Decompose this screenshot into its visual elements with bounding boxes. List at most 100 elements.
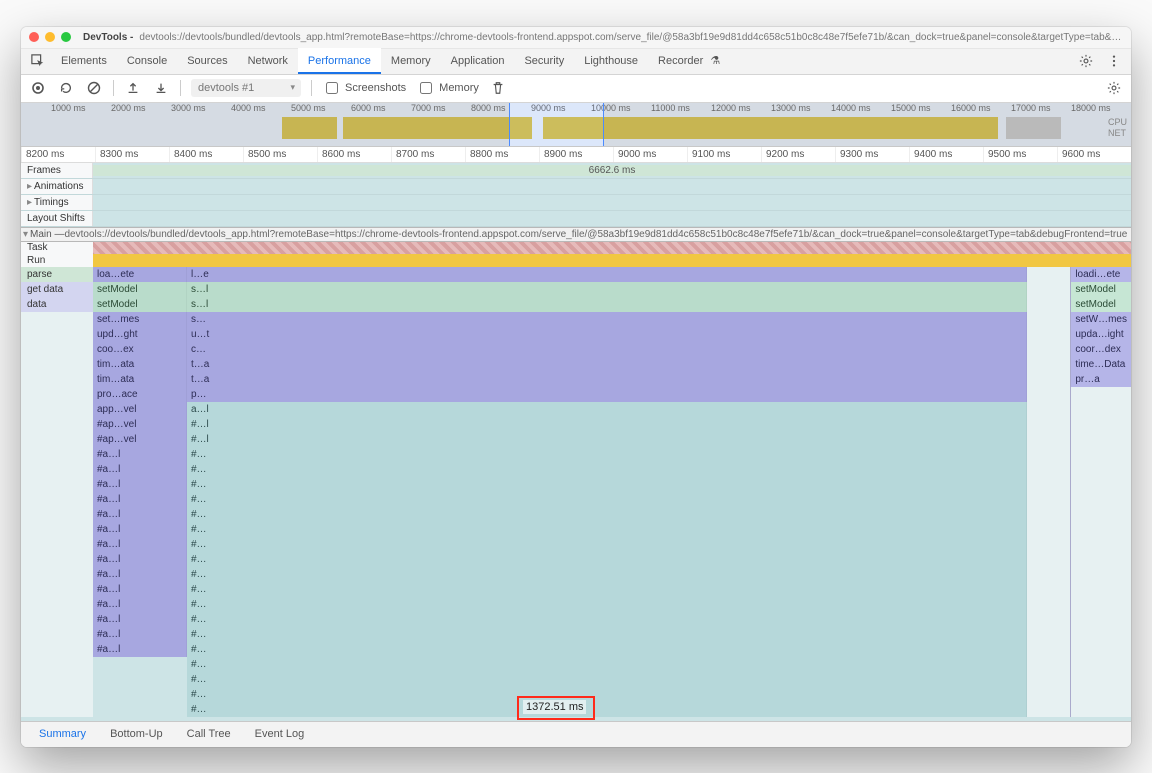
flame-bar[interactable]: loadi…ete (1071, 267, 1131, 282)
flame-bar[interactable]: #a…l (93, 537, 187, 552)
flame-bar[interactable]: pr…a (1071, 372, 1131, 387)
tab-recorder[interactable]: Recorder ⚗ (648, 48, 730, 74)
reload-icon[interactable] (57, 79, 75, 97)
flame-bar[interactable]: t…a (187, 372, 1027, 387)
flame-bar[interactable]: setModel (93, 282, 187, 297)
flame-bar[interactable]: c… (187, 342, 1027, 357)
tab-network[interactable]: Network (238, 48, 298, 74)
close-window-button[interactable] (29, 32, 39, 42)
flame-bar[interactable]: #a…l (93, 567, 187, 582)
flame-bar[interactable]: #… (187, 567, 1027, 582)
flame-bar[interactable]: app…vel (93, 402, 187, 417)
flame-bar[interactable]: #a…l (93, 477, 187, 492)
clear-icon[interactable] (85, 79, 103, 97)
flame-bar[interactable]: #a…l (93, 642, 187, 657)
memory-checkbox[interactable]: Memory (416, 79, 479, 97)
flame-bar[interactable]: l…e (187, 267, 1027, 282)
flame-bar[interactable]: #… (187, 522, 1027, 537)
flame-bar[interactable]: s…l (187, 297, 1027, 312)
flame-bar[interactable]: #… (187, 447, 1027, 462)
flame-bar[interactable]: p… (187, 387, 1027, 402)
flame-bar[interactable]: s… (187, 312, 1027, 327)
animations-track[interactable]: Animations (21, 179, 1131, 195)
flamechart[interactable]: 8200 ms8300 ms8400 ms8500 ms8600 ms8700 … (21, 147, 1131, 721)
gear-icon[interactable] (1075, 50, 1097, 72)
flame-bar[interactable]: coor…dex (1071, 342, 1131, 357)
details-tab-summary[interactable]: Summary (29, 721, 96, 747)
flame-bar[interactable]: #a…l (93, 597, 187, 612)
tab-sources[interactable]: Sources (177, 48, 237, 74)
flame-bar[interactable]: #a…l (93, 627, 187, 642)
flame-bar[interactable]: #… (187, 462, 1027, 477)
flame-bar[interactable]: #… (187, 492, 1027, 507)
flame-bar[interactable]: setModel (93, 297, 187, 312)
tab-console[interactable]: Console (117, 48, 177, 74)
flame-bar[interactable]: #… (187, 597, 1027, 612)
tab-performance[interactable]: Performance (298, 48, 381, 74)
flame-bar[interactable]: #a…l (93, 612, 187, 627)
flame-bar[interactable]: set…mes (93, 312, 187, 327)
flame-bar[interactable]: #a…l (93, 447, 187, 462)
timings-track[interactable]: Timings (21, 195, 1131, 211)
details-tab-calltree[interactable]: Call Tree (177, 721, 241, 747)
frames-track[interactable]: Frames 6662.6 ms (21, 163, 1131, 179)
flame-bar[interactable]: #ap…vel (93, 417, 187, 432)
minimap-selection[interactable] (509, 103, 603, 146)
flame-bar[interactable]: s…l (187, 282, 1027, 297)
flame-bar[interactable]: #…l (187, 417, 1027, 432)
flame-bar[interactable]: #… (187, 477, 1027, 492)
flame-bar[interactable]: u…t (187, 327, 1027, 342)
flame-bar[interactable]: tim…ata (93, 357, 187, 372)
flame-bar[interactable]: #a…l (93, 522, 187, 537)
flame-bar[interactable]: #… (187, 552, 1027, 567)
tab-memory[interactable]: Memory (381, 48, 441, 74)
details-tab-bottomup[interactable]: Bottom-Up (100, 721, 173, 747)
flame-bar[interactable]: #… (187, 702, 1027, 717)
flame-bar[interactable]: upd…ght (93, 327, 187, 342)
flame-bar[interactable]: #a…l (93, 582, 187, 597)
main-thread-header[interactable]: Main — devtools://devtools/bundled/devto… (21, 227, 1131, 242)
minimize-window-button[interactable] (45, 32, 55, 42)
record-icon[interactable] (29, 79, 47, 97)
flame-bar[interactable]: #… (187, 642, 1027, 657)
flame-bar[interactable]: #… (187, 612, 1027, 627)
tab-application[interactable]: Application (441, 48, 515, 74)
flame-bar[interactable]: #a…l (93, 552, 187, 567)
recording-select[interactable]: devtools #1 (191, 79, 301, 97)
tab-lighthouse[interactable]: Lighthouse (574, 48, 648, 74)
details-tab-eventlog[interactable]: Event Log (245, 721, 315, 747)
flame-bar[interactable]: a…l (187, 402, 1027, 417)
flame-bar[interactable]: setModel (1071, 282, 1131, 297)
flame-bar[interactable]: #… (187, 627, 1027, 642)
flame-bar[interactable]: #…l (187, 432, 1027, 447)
inspect-icon[interactable] (27, 50, 49, 72)
screenshots-checkbox[interactable]: Screenshots (322, 79, 406, 97)
upload-icon[interactable] (124, 79, 142, 97)
flame-bar[interactable]: #… (187, 537, 1027, 552)
flame-bar[interactable]: setModel (1071, 297, 1131, 312)
more-icon[interactable] (1103, 50, 1125, 72)
flame-bar[interactable]: #… (187, 657, 1027, 672)
flame-bar[interactable]: #… (187, 582, 1027, 597)
flame-bar[interactable]: coo…ex (93, 342, 187, 357)
flame-bar[interactable]: loa…ete (93, 267, 187, 282)
zoom-window-button[interactable] (61, 32, 71, 42)
tab-elements[interactable]: Elements (51, 48, 117, 74)
flame-bar[interactable]: setW…mes (1071, 312, 1131, 327)
flame-bar[interactable]: time…Data (1071, 357, 1131, 372)
flame-bar[interactable]: upda…ight (1071, 327, 1131, 342)
flame-bar[interactable]: pro…ace (93, 387, 187, 402)
flame-bar[interactable]: #a…l (93, 492, 187, 507)
flame-bar[interactable]: #a…l (93, 462, 187, 477)
trash-icon[interactable] (489, 79, 507, 97)
download-icon[interactable] (152, 79, 170, 97)
flame-bar[interactable]: t…a (187, 357, 1027, 372)
flame-bar[interactable]: #… (187, 507, 1027, 522)
tab-security[interactable]: Security (514, 48, 574, 74)
flame-bar[interactable]: tim…ata (93, 372, 187, 387)
flame-bar[interactable]: #… (187, 672, 1027, 687)
overview-minimap[interactable]: 1000 ms2000 ms3000 ms4000 ms5000 ms6000 … (21, 103, 1131, 147)
layout-shifts-track[interactable]: Layout Shifts (21, 211, 1131, 227)
flame-bar[interactable]: #a…l (93, 507, 187, 522)
flame-bar[interactable]: #ap…vel (93, 432, 187, 447)
